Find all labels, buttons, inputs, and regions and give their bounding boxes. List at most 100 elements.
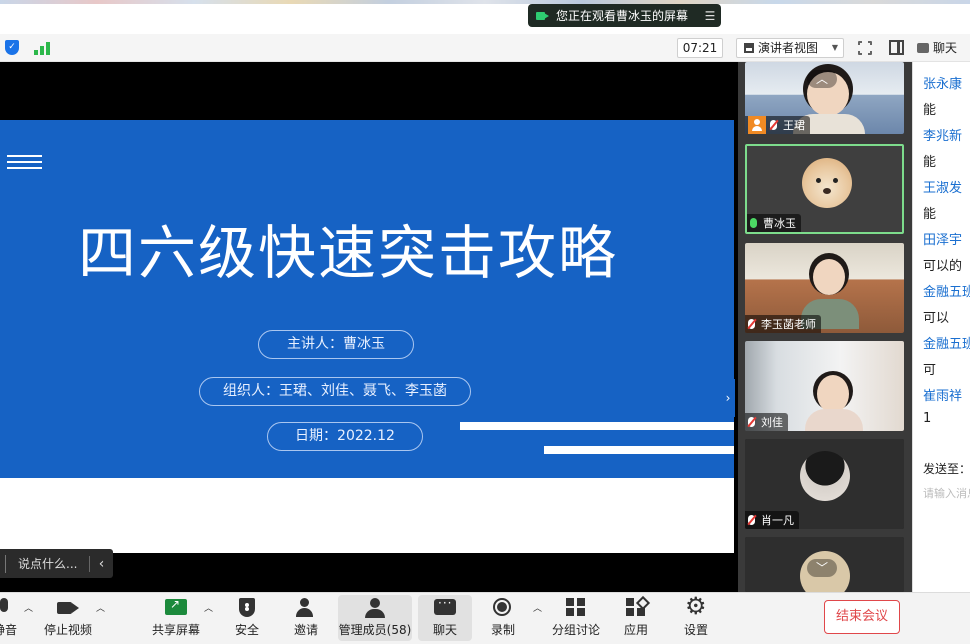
chat-panel-title: 聊天 xyxy=(933,41,958,55)
participant-namebar: 刘佳 xyxy=(745,413,788,431)
stop-video-button[interactable]: 停止视频 xyxy=(42,595,94,641)
invite-label: 邀请 xyxy=(293,623,318,637)
chevron-left-icon[interactable]: ‹ xyxy=(89,555,113,572)
participant-tile[interactable]: 李玉菡老师 xyxy=(745,243,904,333)
chat-sender: 李兆新 xyxy=(923,129,963,144)
view-mode-dropdown[interactable]: 演讲者视图 ▼ xyxy=(736,38,844,58)
participant-namebar: 王珺 xyxy=(745,116,810,134)
invite-button[interactable]: 邀请 xyxy=(289,595,323,641)
chevron-up-icon[interactable]: ︿ xyxy=(807,70,837,88)
caret-down-icon: ▼ xyxy=(831,43,838,52)
mic-muted-icon xyxy=(748,319,755,329)
share-screen-icon xyxy=(165,597,187,618)
participant-face xyxy=(817,375,849,413)
banner-text: 您正在观看曹冰玉的屏幕 xyxy=(556,9,689,23)
view-mode-label: 演讲者视图 xyxy=(758,41,819,55)
viewing-screen-banner[interactable]: 您正在观看曹冰玉的屏幕 ☰ xyxy=(528,4,721,27)
slide-organizers: 组织人：王珺、刘佳、聂飞、李玉菡 xyxy=(199,377,471,406)
send-to-label[interactable]: 发送至： xyxy=(923,460,970,477)
slide-date: 日期：2022.12 xyxy=(267,422,423,451)
breakout-rooms-button[interactable]: 分组讨论 xyxy=(551,595,601,641)
mic-muted-icon xyxy=(748,515,755,525)
say-something-box[interactable]: 说点什么... ‹ xyxy=(0,549,113,578)
apps-button[interactable]: 应用 xyxy=(619,595,653,641)
end-meeting-button[interactable]: 结束会议 xyxy=(824,600,900,634)
caret-up-icon[interactable]: ︿ xyxy=(96,601,105,614)
chat-message: 能 xyxy=(923,103,937,118)
chat-message: 可以 xyxy=(923,311,950,326)
record-icon xyxy=(492,598,514,618)
meeting-controls: 静音 ︿ 停止视频 ︿ 共享屏幕 ︿ 安全 邀请 管理成员(58) 聊天 xyxy=(0,592,970,644)
dog-avatar-icon xyxy=(802,158,852,208)
participant-name: 曹冰玉 xyxy=(763,217,796,230)
mute-label: 静音 xyxy=(0,623,17,637)
chat-message: 可以的 xyxy=(923,259,963,274)
meeting-window: 您正在观看曹冰玉的屏幕 ☰ ✓ 07:21 演讲者视图 ▼ 聊天 四六级快速突击… xyxy=(0,0,970,644)
microphone-icon xyxy=(0,598,16,618)
caret-up-icon[interactable]: ︿ xyxy=(533,601,542,614)
meeting-timer: 07:21 xyxy=(677,38,723,58)
say-something-placeholder[interactable]: 说点什么... xyxy=(18,555,89,572)
menu-lines-icon xyxy=(7,155,42,169)
chat-message: 1 xyxy=(923,411,932,426)
share-screen-button[interactable]: 共享屏幕 xyxy=(150,595,202,641)
fullscreen-icon[interactable] xyxy=(857,40,873,56)
chat-sender: 王淑发 xyxy=(923,181,963,196)
slide-blue-banner: 四六级快速突击攻略 主讲人：曹冰玉 组织人：王珺、刘佳、聂飞、李玉菡 日期：20… xyxy=(0,120,734,478)
chevron-right-icon[interactable]: › xyxy=(721,379,735,417)
breakout-rooms-label: 分组讨论 xyxy=(551,623,600,637)
signal-strength-icon[interactable] xyxy=(34,41,50,55)
participant-name: 李玉菡老师 xyxy=(761,318,816,331)
chat-panel: 张永康 能 李兆新 能 王淑发 能 田泽宇 可以的 金融五班 可以 金融五班 可… xyxy=(912,62,970,592)
participant-tile[interactable]: 刘佳 xyxy=(745,341,904,431)
caret-up-icon[interactable]: ︿ xyxy=(204,601,213,614)
top-strip: 您正在观看曹冰玉的屏幕 ☰ xyxy=(0,0,970,34)
mic-muted-icon xyxy=(770,120,777,130)
shared-screen: 四六级快速突击攻略 主讲人：曹冰玉 组织人：王珺、刘佳、聂飞、李玉菡 日期：20… xyxy=(0,62,738,592)
presentation-slide: 四六级快速突击攻略 主讲人：曹冰玉 组织人：王珺、刘佳、聂飞、李玉菡 日期：20… xyxy=(0,120,734,553)
participant-tile[interactable]: ﹀ xyxy=(745,537,904,592)
participant-tile[interactable]: ︿ 王珺 xyxy=(745,62,904,134)
participants-icon xyxy=(364,598,386,618)
chevron-down-icon[interactable]: ﹀ xyxy=(807,559,837,577)
chat-sender: 田泽宇 xyxy=(923,233,963,248)
chat-input[interactable]: 请输入消息 xyxy=(923,485,970,501)
breakout-rooms-icon xyxy=(565,598,587,618)
chat-message: 能 xyxy=(923,207,937,222)
chat-bubble-icon xyxy=(917,43,929,53)
participant-namebar: 肖一凡 xyxy=(745,511,799,529)
layout-icon xyxy=(744,43,754,53)
shield-icon xyxy=(236,598,258,618)
chat-sender: 张永康 xyxy=(923,77,963,92)
meeting-toolbar: ✓ 07:21 演讲者视图 ▼ xyxy=(0,34,912,62)
security-shield-icon[interactable]: ✓ xyxy=(5,40,19,55)
participant-name: 王珺 xyxy=(783,119,805,132)
video-camera-icon xyxy=(536,11,550,21)
participant-gallery: ︿ 王珺 曹冰玉 李玉菡老师 刘佳 肖一凡 ﹀ xyxy=(738,62,912,592)
participant-tile[interactable]: 肖一凡 xyxy=(745,439,904,529)
chat-button[interactable]: 聊天 xyxy=(418,595,472,641)
participant-tile-active-speaker[interactable]: 曹冰玉 xyxy=(745,144,904,234)
participant-face xyxy=(813,259,845,295)
caret-up-icon[interactable]: ︿ xyxy=(24,601,33,614)
mic-muted-icon xyxy=(748,417,755,427)
gear-icon xyxy=(685,592,707,620)
chat-sender: 金融五班 xyxy=(923,285,970,300)
menu-lines-icon[interactable]: ☰ xyxy=(699,9,721,23)
record-label: 录制 xyxy=(490,623,515,637)
stop-video-label: 停止视频 xyxy=(43,623,92,637)
participant-namebar: 李玉菡老师 xyxy=(745,315,821,333)
chat-message: 可 xyxy=(923,363,937,378)
participant-thumbnail-strip xyxy=(0,0,970,4)
mic-on-icon xyxy=(750,218,757,228)
chat-panel-header: 聊天 xyxy=(912,34,970,62)
security-button[interactable]: 安全 xyxy=(230,595,264,641)
video-camera-icon xyxy=(57,598,79,618)
sidebar-toggle-icon[interactable] xyxy=(889,40,904,55)
manage-participants-button[interactable]: 管理成员(58) xyxy=(338,595,412,641)
chat-sender: 崔雨祥 xyxy=(923,389,963,404)
record-button[interactable]: 录制 xyxy=(486,595,520,641)
settings-button[interactable]: 设置 xyxy=(679,592,713,641)
share-screen-label: 共享屏幕 xyxy=(151,623,200,637)
mute-button[interactable]: 静音 xyxy=(0,595,22,641)
